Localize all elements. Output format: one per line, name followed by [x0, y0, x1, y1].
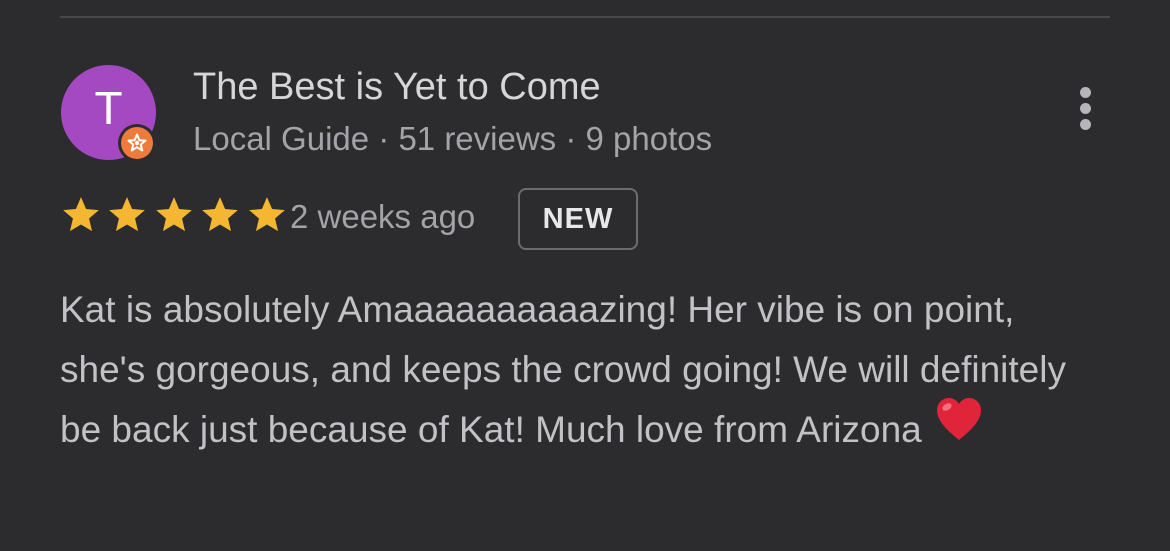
star-rating [60, 194, 288, 238]
divider [60, 16, 1110, 18]
new-badge: NEW [518, 188, 638, 250]
star-icon [63, 197, 99, 232]
reviewer-meta: Local Guide · 51 reviews · 9 photos [193, 120, 713, 157]
local-guide-badge [118, 124, 156, 162]
local-guide-star-icon [127, 133, 147, 152]
star-icon [109, 197, 146, 232]
review-card: T The Best is Yet to Come Local Guide · … [0, 0, 1170, 551]
star-icon [202, 197, 239, 232]
review-text-content: Kat is absolutely Amaaaaaaaaaazing! Her … [60, 289, 1066, 450]
reviewer-name[interactable]: The Best is Yet to Come [193, 66, 601, 109]
review-timestamp: 2 weeks ago [290, 198, 476, 235]
star-icon [156, 197, 192, 232]
red-heart-icon [934, 396, 984, 460]
review-text: Kat is absolutely Amaaaaaaaaaazing! Her … [60, 280, 1080, 464]
star-icon [248, 197, 285, 232]
more-options-button[interactable] [1070, 84, 1102, 132]
rating-row: 2 weeks ago NEW [60, 186, 760, 254]
